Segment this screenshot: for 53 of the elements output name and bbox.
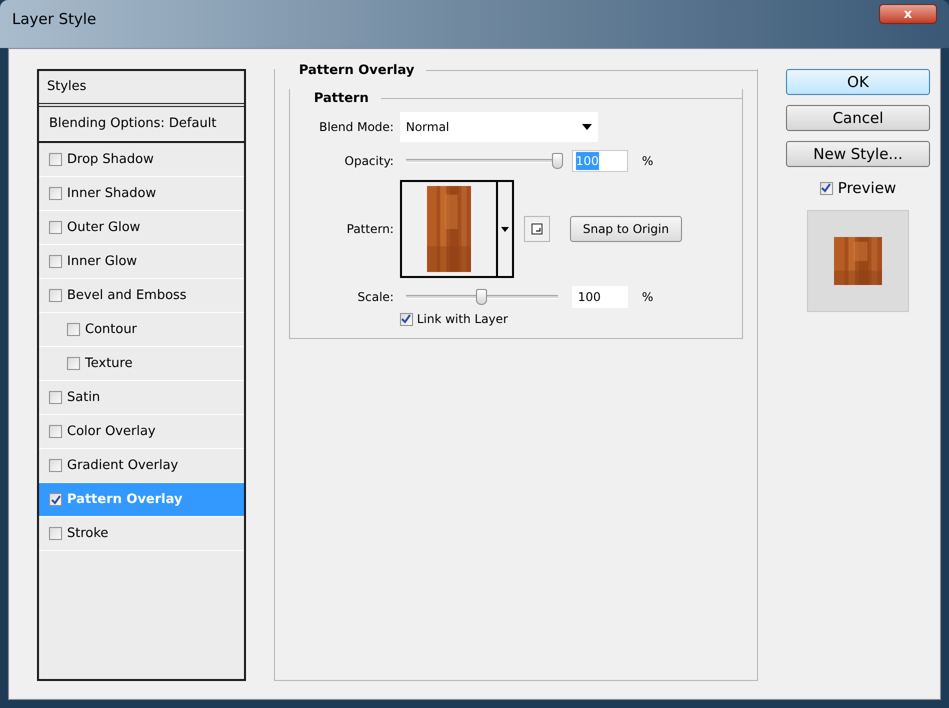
slider-thumb[interactable] [552,153,563,169]
style-list-item[interactable]: Satin [39,381,244,415]
field-label: Pattern: [346,221,395,238]
unit-label: % [642,153,654,170]
style-list-item[interactable]: Drop Shadow [39,143,244,177]
dialog-button[interactable]: Cancel [786,105,930,131]
snap-to-origin-button[interactable]: Snap to Origin [570,216,682,242]
style-list-item[interactable]: Stroke [39,517,244,551]
styles-header: Styles [39,71,244,107]
window-title: Layer Style [12,9,96,30]
link-with-layer-checkbox[interactable]: Link with Layer [400,310,742,328]
style-list-item[interactable]: Bevel and Emboss [39,279,244,313]
checkbox[interactable] [49,493,62,506]
field-label: Opacity: [344,153,395,170]
field-label: Blend Mode: [318,119,395,136]
style-list-item[interactable]: Texture [39,347,244,381]
group-title: Pattern [312,90,370,108]
style-list-item[interactable]: Contour [39,313,244,347]
pattern-picker[interactable] [400,180,514,278]
checkbox[interactable] [49,459,62,472]
checkbox[interactable] [400,312,413,326]
checkbox[interactable] [67,323,80,336]
section-title: Pattern Overlay [298,62,416,80]
checkbox[interactable] [49,425,62,438]
check-icon [821,183,832,194]
new-preset-button[interactable] [524,216,550,242]
check-icon [401,314,412,324]
dialog-button[interactable]: OK [786,69,930,95]
checkbox[interactable] [67,357,80,370]
checkbox[interactable] [49,153,62,166]
scale-field[interactable]: 100 [572,286,628,308]
dropdown-arrow-icon [500,226,509,232]
blend-mode-dropdown[interactable]: Normal [400,112,598,142]
checkbox[interactable] [49,391,62,404]
style-list-item[interactable]: Inner Shadow [39,177,244,211]
field-label: Scale: [356,289,395,306]
dropdown-arrow-icon [582,124,592,130]
checkbox[interactable] [49,527,62,540]
checkbox[interactable] [49,255,62,268]
new-preset-icon [530,223,543,235]
checkbox[interactable] [49,187,62,200]
preview-checkbox[interactable]: Preview [820,177,896,200]
style-list-item[interactable]: Color Overlay [39,415,244,449]
checkbox[interactable] [49,221,62,234]
checkbox[interactable] [820,182,833,195]
check-icon [50,494,60,504]
style-list-item[interactable]: Outer Glow [39,211,244,245]
style-list-item[interactable]: Inner Glow [39,245,244,279]
dialog-button[interactable]: New Style... [786,141,930,167]
checkbox[interactable] [49,289,62,302]
style-list-item[interactable]: Blending Options: Default [39,107,244,141]
slider-thumb[interactable] [476,289,487,305]
unit-label: % [642,289,654,306]
